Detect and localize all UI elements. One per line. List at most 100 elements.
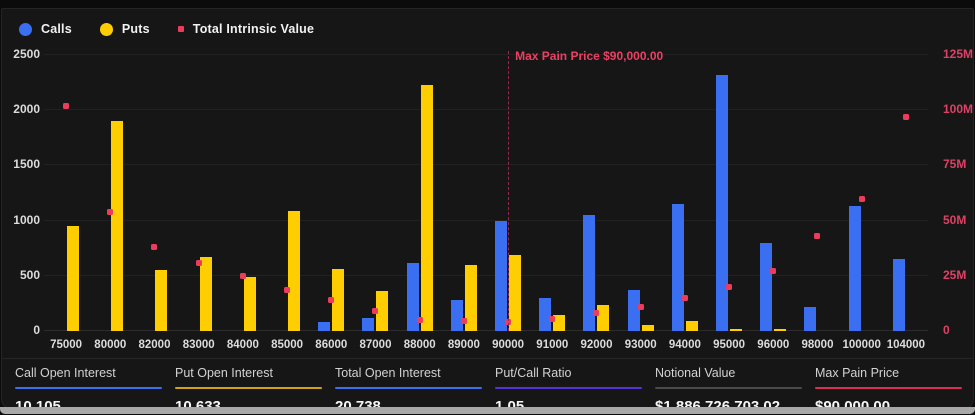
- square-swatch-icon: [178, 26, 184, 32]
- strike-group-93000: [619, 55, 663, 331]
- circle-swatch-icon: [19, 23, 32, 36]
- left-axis-tick: 500: [6, 268, 40, 282]
- stat-label: Put/Call Ratio: [495, 366, 642, 380]
- right-axis-tick: 75M: [943, 157, 966, 171]
- legend-item-puts[interactable]: Puts: [100, 22, 150, 36]
- calls-bar-100000[interactable]: [849, 206, 861, 331]
- stat-accent-underline: [175, 387, 322, 389]
- right-axis-tick: 50M: [943, 213, 966, 227]
- strike-group-80000: [88, 55, 132, 331]
- window-bottom-edge: [0, 407, 975, 414]
- legend-item-calls[interactable]: Calls: [19, 22, 72, 36]
- calls-bar-96000[interactable]: [760, 243, 772, 331]
- stat-label: Total Open Interest: [335, 366, 482, 380]
- calls-bar-86000[interactable]: [318, 322, 330, 331]
- puts-bar-86000[interactable]: [332, 269, 344, 331]
- strike-group-75000: [44, 55, 88, 331]
- strike-group-91000: [530, 55, 574, 331]
- calls-bar-87000[interactable]: [362, 318, 374, 331]
- stat-accent-underline: [655, 387, 802, 389]
- intrinsic-value-point-83000[interactable]: [196, 260, 202, 266]
- intrinsic-value-point-93000[interactable]: [638, 304, 644, 310]
- chart-legend: Calls Puts Total Intrinsic Value: [19, 22, 314, 36]
- legend-label: Puts: [122, 22, 150, 36]
- stat-accent-underline: [815, 387, 962, 389]
- puts-bar-95000[interactable]: [730, 329, 742, 331]
- strike-group-95000: [707, 55, 751, 331]
- stat-label: Max Pain Price: [815, 366, 962, 380]
- stat-label: Call Open Interest: [15, 366, 162, 380]
- intrinsic-value-point-100000[interactable]: [859, 196, 865, 202]
- strike-group-92000: [574, 55, 618, 331]
- strike-group-96000: [751, 55, 795, 331]
- calls-bar-95000[interactable]: [716, 75, 728, 331]
- stat-accent-underline: [335, 387, 482, 389]
- max-pain-line: [508, 51, 509, 331]
- puts-bar-82000[interactable]: [155, 270, 167, 331]
- intrinsic-value-point-85000[interactable]: [284, 287, 290, 293]
- strike-group-87000: [353, 55, 397, 331]
- calls-bar-90000[interactable]: [495, 221, 507, 331]
- circle-swatch-icon: [100, 23, 113, 36]
- stats-bar: Call Open Interest10,105Put Open Interes…: [2, 358, 973, 413]
- left-axis-tick: 1500: [6, 157, 40, 171]
- stat-label: Notional Value: [655, 366, 802, 380]
- intrinsic-value-point-95000[interactable]: [726, 284, 732, 290]
- intrinsic-value-point-80000[interactable]: [107, 209, 113, 215]
- intrinsic-value-point-96000[interactable]: [770, 268, 776, 274]
- intrinsic-value-point-88000[interactable]: [417, 317, 423, 323]
- stat-accent-underline: [495, 387, 642, 389]
- intrinsic-value-point-104000[interactable]: [903, 114, 909, 120]
- intrinsic-value-point-91000[interactable]: [549, 316, 555, 322]
- puts-bar-83000[interactable]: [200, 257, 212, 331]
- intrinsic-value-point-87000[interactable]: [372, 308, 378, 314]
- plot-area: [44, 55, 928, 331]
- right-axis-tick: 100M: [943, 102, 973, 116]
- puts-bar-96000[interactable]: [774, 329, 786, 331]
- calls-bar-93000[interactable]: [628, 290, 640, 331]
- strike-group-84000: [221, 55, 265, 331]
- calls-bar-98000[interactable]: [804, 307, 816, 331]
- options-chart-card: Calls Puts Total Intrinsic Value 0 0 500 25M 1…: [1, 8, 974, 409]
- strike-group-104000: [884, 55, 928, 331]
- strike-group-89000: [442, 55, 486, 331]
- intrinsic-value-point-98000[interactable]: [814, 233, 820, 239]
- puts-bar-88000[interactable]: [421, 85, 433, 331]
- intrinsic-value-point-89000[interactable]: [461, 318, 467, 324]
- calls-bar-89000[interactable]: [451, 300, 463, 331]
- right-axis-tick: 0: [943, 323, 950, 337]
- puts-bar-85000[interactable]: [288, 211, 300, 331]
- intrinsic-value-point-86000[interactable]: [328, 297, 334, 303]
- calls-bar-91000[interactable]: [539, 298, 551, 331]
- legend-label: Total Intrinsic Value: [193, 22, 314, 36]
- puts-bar-92000[interactable]: [597, 305, 609, 331]
- left-axis-tick: 0: [6, 323, 40, 337]
- puts-bar-80000[interactable]: [111, 121, 123, 331]
- stat-label: Put Open Interest: [175, 366, 322, 380]
- stat-accent-underline: [15, 387, 162, 389]
- intrinsic-value-point-92000[interactable]: [593, 310, 599, 316]
- intrinsic-value-point-94000[interactable]: [682, 295, 688, 301]
- legend-item-total-intrinsic-value[interactable]: Total Intrinsic Value: [178, 22, 314, 36]
- puts-bar-94000[interactable]: [686, 321, 698, 331]
- puts-bar-91000[interactable]: [553, 315, 565, 331]
- left-axis-tick: 2000: [6, 102, 40, 116]
- puts-bar-75000[interactable]: [67, 226, 79, 331]
- left-axis-tick: 2500: [6, 47, 40, 61]
- left-axis-tick: 1000: [6, 213, 40, 227]
- calls-bar-104000[interactable]: [893, 259, 905, 331]
- puts-bar-93000[interactable]: [642, 325, 654, 331]
- puts-bar-84000[interactable]: [244, 277, 256, 331]
- legend-label: Calls: [41, 22, 72, 36]
- strike-group-85000: [265, 55, 309, 331]
- max-pain-label: Max Pain Price $90,000.00: [515, 49, 663, 63]
- right-axis-tick: 25M: [943, 268, 966, 282]
- strike-group-83000: [177, 55, 221, 331]
- puts-bar-87000[interactable]: [376, 291, 388, 331]
- intrinsic-value-point-75000[interactable]: [63, 103, 69, 109]
- strike-group-100000: [840, 55, 884, 331]
- calls-bar-94000[interactable]: [672, 204, 684, 331]
- intrinsic-value-point-82000[interactable]: [151, 244, 157, 250]
- right-axis-tick: 125M: [943, 47, 973, 61]
- intrinsic-value-point-84000[interactable]: [240, 273, 246, 279]
